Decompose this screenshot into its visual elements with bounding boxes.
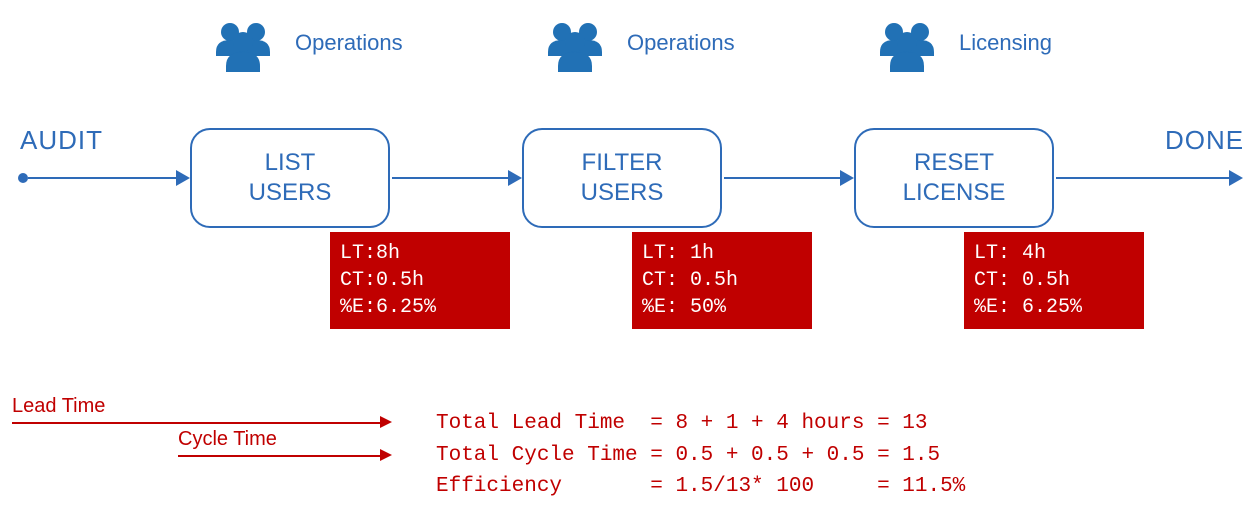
vsm-diagram: AUDIT DONE Operations LIST USERS LT:8h C… [0, 0, 1259, 526]
start-label: AUDIT [20, 125, 103, 156]
metric-ct: CT: 0.5h [974, 269, 1070, 292]
flow-arrow [28, 177, 178, 179]
flow-arrowhead [176, 170, 190, 186]
metric-lt: LT: 1h [642, 242, 714, 265]
process-title: LIST USERS [249, 148, 332, 208]
flow-arrowhead [840, 170, 854, 186]
legend-lead-time: Lead Time [12, 395, 105, 418]
legend-arrowhead [380, 416, 392, 428]
metric-ct: CT:0.5h [340, 269, 424, 292]
flow-arrow [392, 177, 510, 179]
total-efficiency: Efficiency = 1.5/13* 100 = 11.5% [436, 475, 965, 498]
process-list-users: LIST USERS [190, 128, 390, 228]
people-icon [872, 18, 942, 78]
flow-arrowhead [508, 170, 522, 186]
role-label: Operations [627, 30, 735, 56]
process-title: RESET LICENSE [903, 148, 1006, 208]
metrics-box: LT:8h CT:0.5h %E:6.25% [330, 232, 510, 329]
process-filter-users: FILTER USERS [522, 128, 722, 228]
process-title: FILTER USERS [581, 148, 664, 208]
flow-arrowhead [1229, 170, 1243, 186]
total-lead: Total Lead Time = 8 + 1 + 4 hours = 13 [436, 412, 927, 435]
totals-block: Total Lead Time = 8 + 1 + 4 hours = 13 T… [436, 408, 965, 503]
process-reset-license: RESET LICENSE [854, 128, 1054, 228]
metric-ef: %E:6.25% [340, 296, 436, 319]
role-label: Licensing [959, 30, 1052, 56]
end-label: DONE [1165, 125, 1244, 156]
metric-ef: %E: 50% [642, 296, 726, 319]
metric-ef: %E: 6.25% [974, 296, 1082, 319]
people-icon [540, 18, 610, 78]
flow-arrow [1056, 177, 1231, 179]
metric-lt: LT:8h [340, 242, 400, 265]
legend-line [12, 422, 382, 424]
role-label: Operations [295, 30, 403, 56]
metric-lt: LT: 4h [974, 242, 1046, 265]
flow-start-dot [18, 173, 28, 183]
legend-line [178, 455, 382, 457]
legend-cycle-time: Cycle Time [178, 428, 277, 451]
legend-arrowhead [380, 449, 392, 461]
metric-ct: CT: 0.5h [642, 269, 738, 292]
total-cycle: Total Cycle Time = 0.5 + 0.5 + 0.5 = 1.5 [436, 444, 940, 467]
flow-arrow [724, 177, 842, 179]
metrics-box: LT: 4h CT: 0.5h %E: 6.25% [964, 232, 1144, 329]
metrics-box: LT: 1h CT: 0.5h %E: 50% [632, 232, 812, 329]
people-icon [208, 18, 278, 78]
